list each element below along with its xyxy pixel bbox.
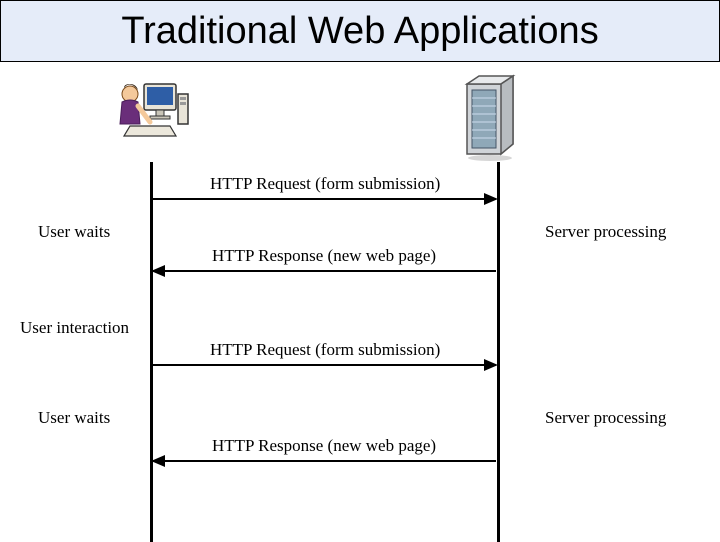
server-rack-icon: [455, 72, 525, 162]
label-server-processing-1: Server processing: [545, 222, 666, 242]
page-title: Traditional Web Applications: [121, 10, 598, 53]
message-label-request-2: HTTP Request (form submission): [210, 340, 440, 360]
arrow-response-2: [153, 460, 496, 462]
label-server-processing-2: Server processing: [545, 408, 666, 428]
message-label-request-1: HTTP Request (form submission): [210, 174, 440, 194]
server-lifeline: [497, 162, 500, 542]
label-user-waits-2: User waits: [38, 408, 110, 428]
message-label-response-2: HTTP Response (new web page): [212, 436, 436, 456]
label-user-waits-1: User waits: [38, 222, 110, 242]
arrow-request-2: [153, 364, 496, 366]
arrow-request-1: [153, 198, 496, 200]
arrow-response-1: [153, 270, 496, 272]
message-label-response-1: HTTP Response (new web page): [212, 246, 436, 266]
title-bar: Traditional Web Applications: [0, 0, 720, 62]
sequence-diagram: HTTP Request (form submission) User wait…: [0, 62, 720, 540]
user-at-computer-icon: [110, 76, 190, 156]
user-lifeline: [150, 162, 153, 542]
label-user-interaction: User interaction: [20, 318, 129, 338]
